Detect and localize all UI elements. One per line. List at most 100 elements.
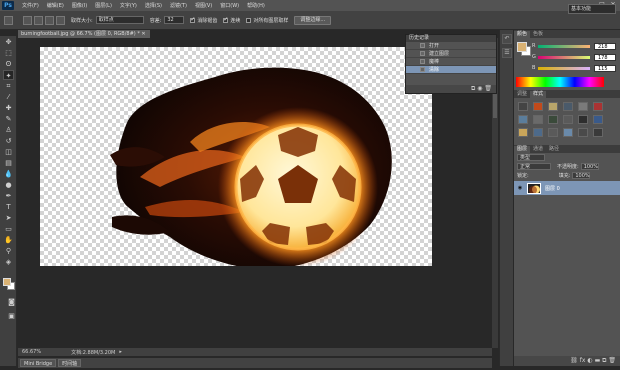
status-arrow-icon[interactable]: ▸	[119, 349, 122, 355]
opacity-input[interactable]: 100%	[580, 163, 599, 170]
intersect-selection-icon[interactable]	[56, 15, 65, 25]
menu-select[interactable]: 选择(S)	[145, 2, 162, 9]
clone-stamp-tool-icon[interactable]: ♙	[3, 125, 14, 135]
move-tool-icon[interactable]: ✥	[3, 37, 14, 47]
tolerance-input[interactable]: 32	[164, 16, 185, 24]
workspace-select[interactable]: 基本功能	[568, 4, 616, 14]
fill-input[interactable]: 100%	[572, 172, 591, 179]
tab-styles[interactable]: 样式	[530, 91, 547, 98]
style-swatch[interactable]	[563, 128, 573, 137]
mask-icon[interactable]: ◐	[587, 357, 592, 364]
properties-dock-icon[interactable]: ☰	[502, 48, 512, 58]
history-item-clear[interactable]: 清除	[406, 66, 496, 74]
document-tab[interactable]: burningfootball.jpg @ 66.7% (图层 0, RGB/8…	[18, 30, 150, 38]
quick-mask-icon[interactable]: ◙	[6, 297, 17, 307]
menu-help[interactable]: 帮助(H)	[247, 2, 265, 9]
color-spectrum[interactable]	[516, 77, 604, 87]
menu-image[interactable]: 图像(I)	[72, 2, 87, 9]
foreground-color-swatch[interactable]	[3, 278, 11, 286]
style-swatch[interactable]	[578, 115, 588, 124]
style-swatch[interactable]	[518, 102, 528, 111]
history-item-open[interactable]: 打开	[406, 42, 496, 50]
style-swatch[interactable]	[533, 128, 543, 137]
style-swatch[interactable]	[563, 102, 573, 111]
trash-icon[interactable]: 🗑	[484, 85, 492, 92]
style-swatch[interactable]	[593, 102, 603, 111]
camera-icon[interactable]: ◉	[477, 85, 482, 92]
blur-tool-icon[interactable]: 💧	[3, 169, 14, 179]
snapshot-icon[interactable]: ⧉	[471, 85, 475, 92]
crop-tool-icon[interactable]: ⌗	[3, 81, 14, 91]
style-swatch[interactable]	[548, 102, 558, 111]
tab-adjustments[interactable]: 调整	[514, 91, 530, 98]
style-swatch[interactable]	[578, 102, 588, 111]
document-info[interactable]: 文档:2.88M/3.20M	[71, 349, 115, 356]
contiguous-checkbox[interactable]	[223, 16, 228, 23]
zoom-level[interactable]: 66.67%	[22, 349, 41, 355]
pen-tool-icon[interactable]: ✒	[3, 191, 14, 201]
type-tool-icon[interactable]: T	[3, 202, 14, 212]
style-swatch[interactable]	[593, 115, 603, 124]
screen-mode-icon[interactable]: ▣	[6, 311, 17, 321]
style-swatch[interactable]	[518, 115, 528, 124]
color-panel-foreground-swatch[interactable]	[517, 42, 527, 52]
eraser-tool-icon[interactable]: ◫	[3, 147, 14, 157]
magic-wand-preset-icon[interactable]	[4, 15, 13, 25]
add-selection-icon[interactable]	[34, 15, 43, 25]
b-value-input[interactable]: 115	[594, 64, 616, 72]
menu-edit[interactable]: 编辑(E)	[47, 2, 64, 9]
eye-icon[interactable]: ◉	[516, 185, 524, 191]
magic-wand-tool-icon[interactable]: ✦	[3, 70, 14, 80]
hand-tool-icon[interactable]: ✋	[3, 235, 14, 245]
refine-edge-button[interactable]: 调整边缘...	[294, 15, 332, 25]
g-slider[interactable]	[538, 55, 590, 59]
menu-filter[interactable]: 滤镜(T)	[170, 2, 187, 9]
new-selection-icon[interactable]	[23, 15, 32, 25]
layer-row[interactable]: ◉ 图层 0	[514, 181, 620, 195]
style-swatch[interactable]	[533, 115, 543, 124]
dodge-tool-icon[interactable]: ●	[3, 180, 14, 190]
history-dock-icon[interactable]: ↶	[502, 34, 512, 44]
history-item-magic-wand[interactable]: 魔棒	[406, 58, 496, 66]
brush-tool-icon[interactable]: ✎	[3, 114, 14, 124]
blend-mode-select[interactable]: 正常	[517, 163, 551, 170]
timeline-tab[interactable]: 时间轴	[58, 359, 82, 367]
3d-tool-icon[interactable]: ◈	[3, 257, 14, 267]
r-value-input[interactable]: 218	[594, 42, 616, 50]
trash-icon[interactable]: 🗑	[608, 357, 616, 364]
zoom-tool-icon[interactable]: ⚲	[3, 246, 14, 256]
style-swatch[interactable]	[518, 128, 528, 137]
menu-type[interactable]: 文字(Y)	[120, 2, 137, 9]
lasso-tool-icon[interactable]: ʘ	[3, 59, 14, 69]
tab-layers[interactable]: 图层	[514, 146, 531, 153]
sample-size-select[interactable]: 取样点	[95, 16, 144, 24]
mini-bridge-tab[interactable]: Mini Bridge	[20, 359, 57, 367]
history-item-new-layer[interactable]: 建立图层	[406, 50, 496, 58]
tab-channels[interactable]: 通道	[530, 146, 546, 153]
marquee-tool-icon[interactable]: ⬚	[3, 48, 14, 58]
history-brush-tool-icon[interactable]: ↺	[3, 136, 14, 146]
style-swatch[interactable]	[563, 115, 573, 124]
antialias-checkbox[interactable]	[190, 16, 195, 23]
new-layer-icon[interactable]: ⧉	[602, 357, 606, 364]
gradient-tool-icon[interactable]: ▤	[3, 158, 14, 168]
menu-layer[interactable]: 图层(L)	[95, 2, 112, 9]
shape-tool-icon[interactable]: ▭	[3, 224, 14, 234]
style-swatch[interactable]	[533, 102, 543, 111]
eyedropper-tool-icon[interactable]: ⁄	[3, 92, 14, 102]
document-canvas[interactable]	[40, 47, 432, 266]
tab-swatches[interactable]: 色板	[530, 31, 546, 38]
style-swatch[interactable]	[548, 115, 558, 124]
path-selection-tool-icon[interactable]: ➤	[3, 213, 14, 223]
healing-brush-tool-icon[interactable]: ✚	[3, 103, 14, 113]
all-layers-checkbox[interactable]	[246, 17, 252, 23]
b-slider[interactable]	[538, 66, 590, 70]
subtract-selection-icon[interactable]	[45, 15, 54, 25]
fx-icon[interactable]: fx	[580, 357, 586, 364]
menu-window[interactable]: 窗口(W)	[220, 2, 239, 9]
style-swatch[interactable]	[593, 128, 603, 137]
style-swatch[interactable]	[548, 128, 558, 137]
menu-file[interactable]: 文件(F)	[22, 2, 39, 9]
tab-color[interactable]: 颜色	[514, 31, 531, 38]
style-swatch[interactable]	[578, 128, 588, 137]
